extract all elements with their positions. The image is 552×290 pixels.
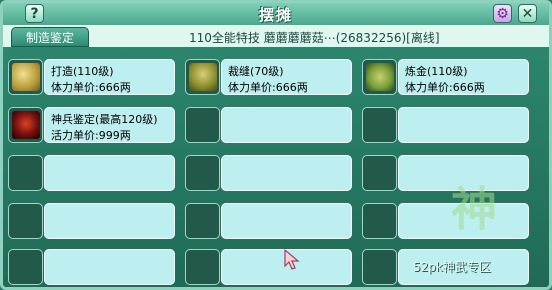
close-button[interactable]: ✕: [518, 4, 537, 23]
empty-label-box: [44, 249, 175, 285]
empty-icon-frame: [185, 155, 220, 191]
skill-label-box: 神兵鉴定(最高120级) 活力单价:999两: [44, 107, 175, 143]
window-title: 摆摊: [258, 6, 293, 24]
empty-slot[interactable]: [185, 249, 352, 286]
empty-icon-frame: [362, 203, 397, 239]
skill-slot[interactable]: 炼金(110级) 体力单价:666两: [362, 59, 529, 96]
empty-icon-frame: [185, 203, 220, 239]
empty-icon-frame: [362, 107, 397, 143]
empty-slot[interactable]: [8, 203, 175, 240]
empty-slot[interactable]: [362, 107, 529, 144]
skill-icon-frame: [362, 59, 397, 95]
settings-button[interactable]: ⚙: [493, 4, 512, 23]
skill-icon-frame: [8, 59, 43, 95]
empty-label-box: [221, 203, 352, 239]
empty-icon-frame: [185, 107, 220, 143]
skill-cost: 体力单价:666两: [51, 81, 131, 94]
weapon-appraisal-icon: [12, 111, 40, 139]
skill-label-box: 打造(110级) 体力单价:666两: [44, 59, 175, 95]
empty-slot[interactable]: [8, 249, 175, 286]
skill-name: 打造(110级): [51, 65, 114, 78]
title-bar[interactable]: ? 摆摊 ⚙ ✕: [3, 3, 549, 25]
needle-icon: [189, 63, 217, 91]
empty-icon-frame: [185, 249, 220, 285]
mouse-cursor-icon: [284, 248, 300, 270]
empty-label-box: [44, 203, 175, 239]
site-watermark: 神 52pk神武专区: [403, 173, 549, 287]
empty-icon-frame: [362, 155, 397, 191]
skill-cost: 体力单价:666两: [405, 81, 485, 94]
empty-icon-frame: [8, 155, 43, 191]
shop-info: 110全能特技 蘑蘑蘑蘑菇⋯(26832256)[离线]: [189, 31, 440, 45]
watermark-glyph: 神: [451, 182, 497, 236]
skill-slot[interactable]: 裁缝(70级) 体力单价:666两: [185, 59, 352, 96]
skill-name: 裁缝(70级): [228, 65, 284, 78]
empty-label-box: [398, 107, 529, 143]
empty-slot[interactable]: [185, 203, 352, 240]
skill-cost: 体力单价:666两: [228, 81, 308, 94]
empty-label-box: [44, 155, 175, 191]
empty-slot[interactable]: [8, 155, 175, 192]
skill-label-box: 炼金(110级) 体力单价:666两: [398, 59, 529, 95]
empty-slot[interactable]: [185, 107, 352, 144]
skill-slot[interactable]: 神兵鉴定(最高120级) 活力单价:999两: [8, 107, 175, 144]
alchemy-icon: [366, 63, 394, 91]
tab-craft-appraise[interactable]: 制造鉴定: [11, 27, 89, 47]
close-icon: ✕: [521, 5, 534, 22]
skill-icon-frame: [185, 59, 220, 95]
skill-icon-frame: [8, 107, 43, 143]
empty-label-box: [221, 155, 352, 191]
tab-bar: 制造鉴定 110全能特技 蘑蘑蘑蘑菇⋯(26832256)[离线]: [3, 25, 549, 47]
skill-name: 炼金(110级): [405, 65, 468, 78]
empty-icon-frame: [362, 249, 397, 285]
hammer-icon: [12, 63, 40, 91]
empty-label-box: [221, 107, 352, 143]
empty-slot[interactable]: [185, 155, 352, 192]
empty-icon-frame: [8, 249, 43, 285]
watermark-text: 52pk神武专区: [413, 260, 491, 274]
stall-window: ? 摆摊 ⚙ ✕ 制造鉴定 110全能特技 蘑蘑蘑蘑菇⋯(26832256)[离…: [0, 0, 552, 290]
skill-label-box: 裁缝(70级) 体力单价:666两: [221, 59, 352, 95]
gear-icon: ⚙: [496, 5, 509, 22]
skill-name: 神兵鉴定(最高120级): [51, 113, 158, 126]
empty-icon-frame: [8, 203, 43, 239]
skill-slot[interactable]: 打造(110级) 体力单价:666两: [8, 59, 175, 96]
skill-cost: 活力单价:999两: [51, 129, 131, 142]
